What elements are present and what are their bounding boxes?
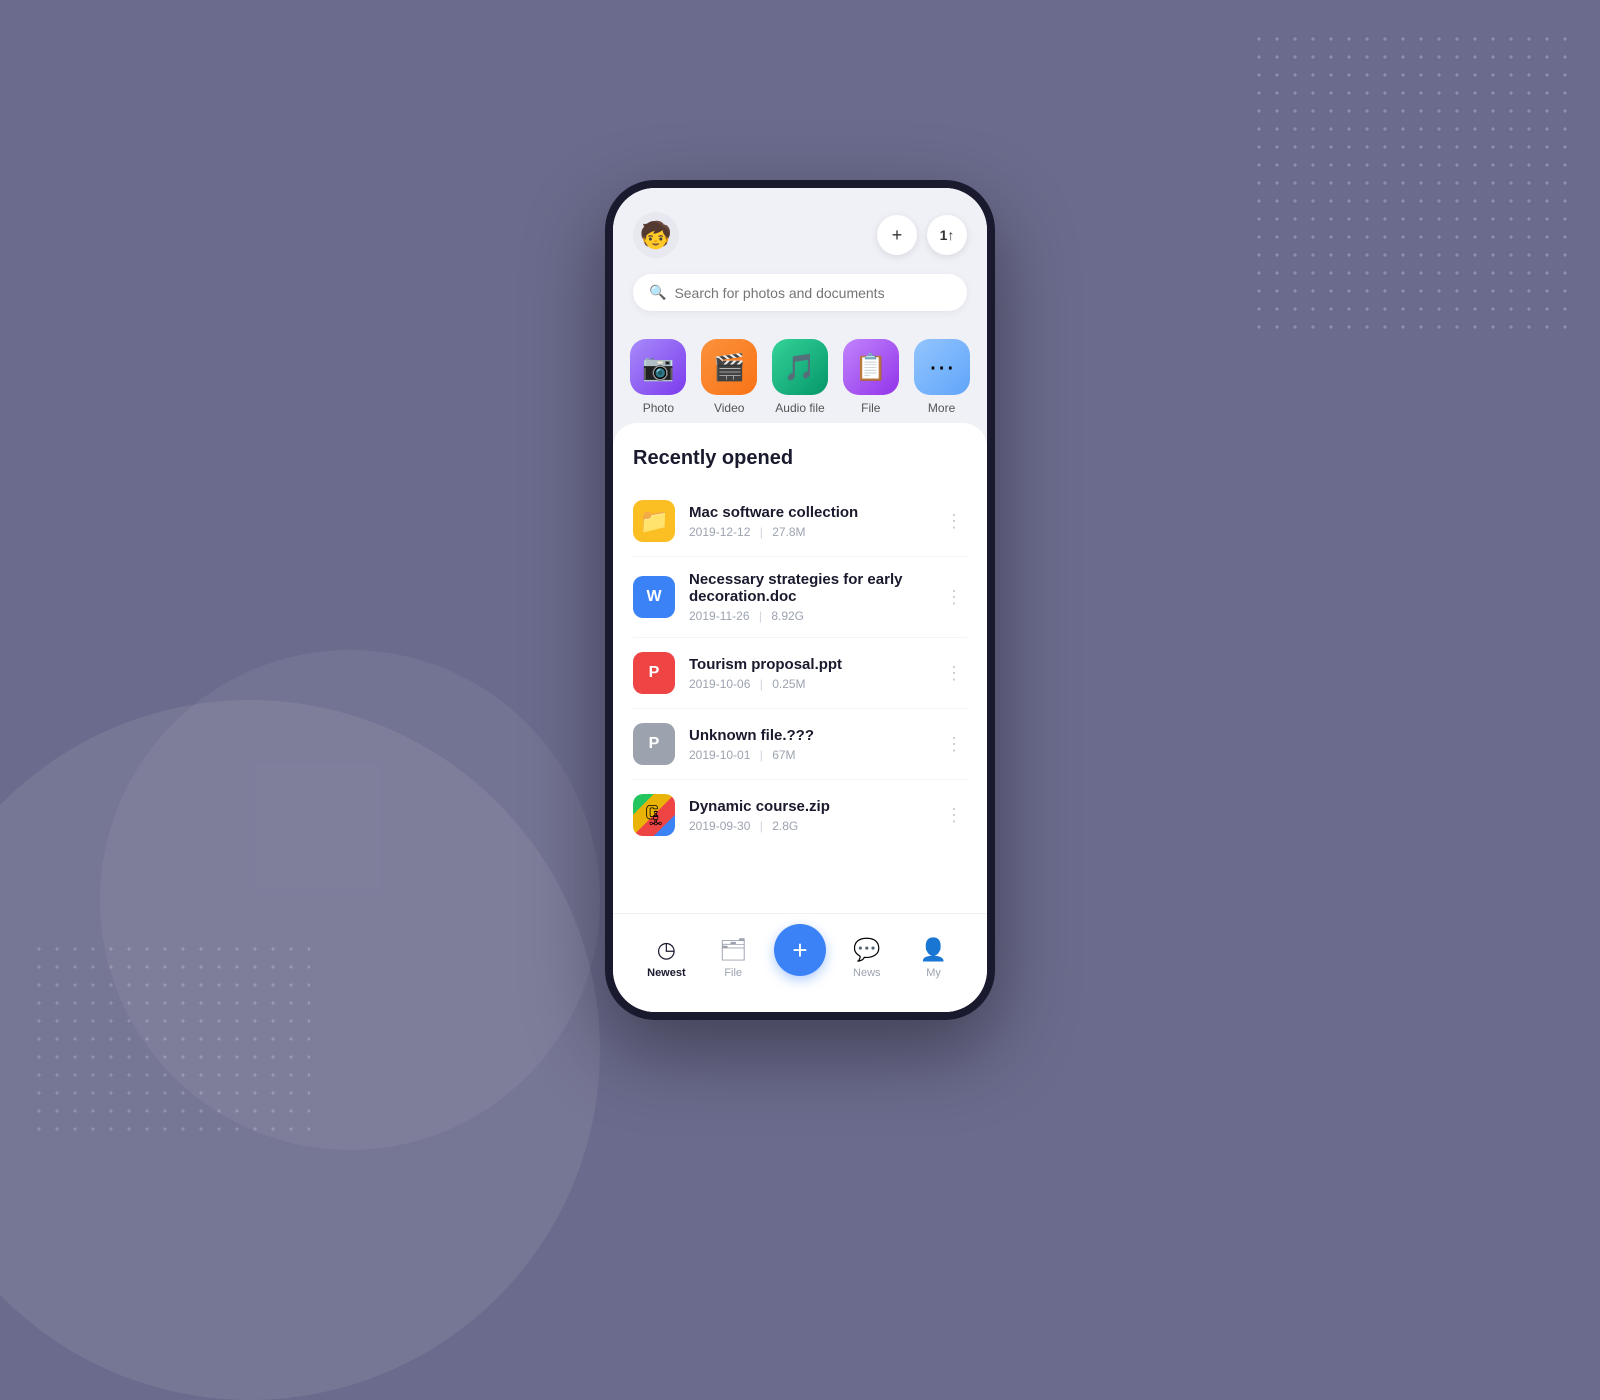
- file-size: 67M: [772, 748, 795, 762]
- video-icon: 🎬: [701, 339, 757, 395]
- file-item[interactable]: P Unknown file.??? 2019-10-01 | 67M ⋮: [633, 709, 967, 780]
- nav-my[interactable]: 👤 My: [900, 937, 967, 979]
- file-more-button[interactable]: ⋮: [941, 660, 967, 686]
- file-list: 📁 Mac software collection 2019-12-12 | 2…: [633, 486, 967, 850]
- categories-row: 📷 Photo 🎬 Video 🎵 Audio file 📋 File ⋯ Mo…: [613, 323, 987, 423]
- file-item[interactable]: P Tourism proposal.ppt 2019-10-06 | 0.25…: [633, 638, 967, 709]
- recently-opened-title: Recently opened: [633, 447, 967, 470]
- file-more-button[interactable]: ⋮: [941, 731, 967, 757]
- file-meta: 2019-12-12 | 27.8M: [689, 525, 927, 539]
- file-size: 0.25M: [772, 677, 805, 691]
- sort-button[interactable]: 1↑: [927, 215, 967, 255]
- file-info: Mac software collection 2019-12-12 | 27.…: [689, 504, 927, 539]
- file-info: Unknown file.??? 2019-10-01 | 67M: [689, 727, 927, 762]
- photo-label: Photo: [643, 401, 674, 415]
- file-name: Unknown file.???: [689, 727, 927, 744]
- more-icon: ⋯: [914, 339, 970, 395]
- my-icon: 👤: [920, 937, 947, 963]
- my-label: My: [926, 967, 941, 979]
- file-date: 2019-10-01: [689, 748, 750, 762]
- nav-newest[interactable]: ◷ Newest: [633, 937, 700, 979]
- zip-icon: 🗜: [633, 794, 675, 836]
- file-date: 2019-11-26: [689, 609, 750, 623]
- file-meta: 2019-10-06 | 0.25M: [689, 677, 927, 691]
- newest-label: Newest: [647, 967, 686, 979]
- file-name: Necessary strategies for early decoratio…: [689, 571, 927, 605]
- bg-dots-top-right: [1250, 30, 1570, 330]
- file-icon: 📋: [843, 339, 899, 395]
- avatar[interactable]: 🧒: [633, 212, 679, 258]
- file-item[interactable]: 🗜 Dynamic course.zip 2019-09-30 | 2.8G ⋮: [633, 780, 967, 850]
- category-more[interactable]: ⋯ More: [914, 339, 970, 415]
- header-top: 🧒 + 1↑: [633, 212, 967, 258]
- file-item[interactable]: W Necessary strategies for early decorat…: [633, 557, 967, 638]
- file-meta: 2019-09-30 | 2.8G: [689, 819, 927, 833]
- file-name: Tourism proposal.ppt: [689, 656, 927, 673]
- category-file[interactable]: 📋 File: [843, 339, 899, 415]
- file-date: 2019-09-30: [689, 819, 750, 833]
- newest-icon: ◷: [657, 937, 676, 963]
- file-size: 2.8G: [772, 819, 798, 833]
- phone-shell: 🧒 + 1↑ 🔍 📷 Photo 🎬 Video 🎵 Audio file 📋: [605, 180, 995, 1020]
- search-icon: 🔍: [649, 284, 666, 301]
- category-photo[interactable]: 📷 Photo: [630, 339, 686, 415]
- bg-dots-bottom-left: [30, 940, 310, 1140]
- file-label: File: [861, 401, 880, 415]
- category-video[interactable]: 🎬 Video: [701, 339, 757, 415]
- audio-icon: 🎵: [772, 339, 828, 395]
- folder-icon: 📁: [633, 500, 675, 542]
- main-content: Recently opened 📁 Mac software collectio…: [613, 423, 987, 913]
- file-info: Necessary strategies for early decoratio…: [689, 571, 927, 623]
- file-date: 2019-12-12: [689, 525, 750, 539]
- file-more-button[interactable]: ⋮: [941, 584, 967, 610]
- file-date: 2019-10-06: [689, 677, 750, 691]
- audio-label: Audio file: [775, 401, 824, 415]
- header-actions: + 1↑: [877, 215, 967, 255]
- add-button[interactable]: +: [877, 215, 917, 255]
- search-input[interactable]: [674, 285, 951, 301]
- nav-add[interactable]: +: [767, 924, 834, 992]
- video-label: Video: [714, 401, 744, 415]
- word-icon: W: [633, 576, 675, 618]
- file-size: 8.92G: [771, 609, 804, 623]
- nav-file[interactable]: 🗂 File: [700, 937, 767, 979]
- file-meta: 2019-10-01 | 67M: [689, 748, 927, 762]
- nav-news[interactable]: 💬 News: [833, 937, 900, 979]
- file-info: Tourism proposal.ppt 2019-10-06 | 0.25M: [689, 656, 927, 691]
- file-nav-icon: 🗂: [719, 937, 747, 963]
- file-meta: 2019-11-26 | 8.92G: [689, 609, 927, 623]
- file-size: 27.8M: [772, 525, 805, 539]
- ppt-icon: P: [633, 652, 675, 694]
- file-more-button[interactable]: ⋮: [941, 802, 967, 828]
- unknown-icon: P: [633, 723, 675, 765]
- file-nav-label: File: [724, 967, 742, 979]
- news-label: News: [853, 967, 881, 979]
- search-bar[interactable]: 🔍: [633, 274, 967, 311]
- photo-icon: 📷: [630, 339, 686, 395]
- file-name: Dynamic course.zip: [689, 798, 927, 815]
- phone-header: 🧒 + 1↑ 🔍: [613, 188, 987, 323]
- file-more-button[interactable]: ⋮: [941, 508, 967, 534]
- add-nav-button[interactable]: +: [774, 924, 826, 976]
- news-icon: 💬: [853, 937, 880, 963]
- file-info: Dynamic course.zip 2019-09-30 | 2.8G: [689, 798, 927, 833]
- more-label: More: [928, 401, 955, 415]
- bottom-nav: ◷ Newest 🗂 File + 💬 News 👤 My: [613, 913, 987, 1012]
- file-name: Mac software collection: [689, 504, 927, 521]
- file-item[interactable]: 📁 Mac software collection 2019-12-12 | 2…: [633, 486, 967, 557]
- category-audio[interactable]: 🎵 Audio file: [772, 339, 828, 415]
